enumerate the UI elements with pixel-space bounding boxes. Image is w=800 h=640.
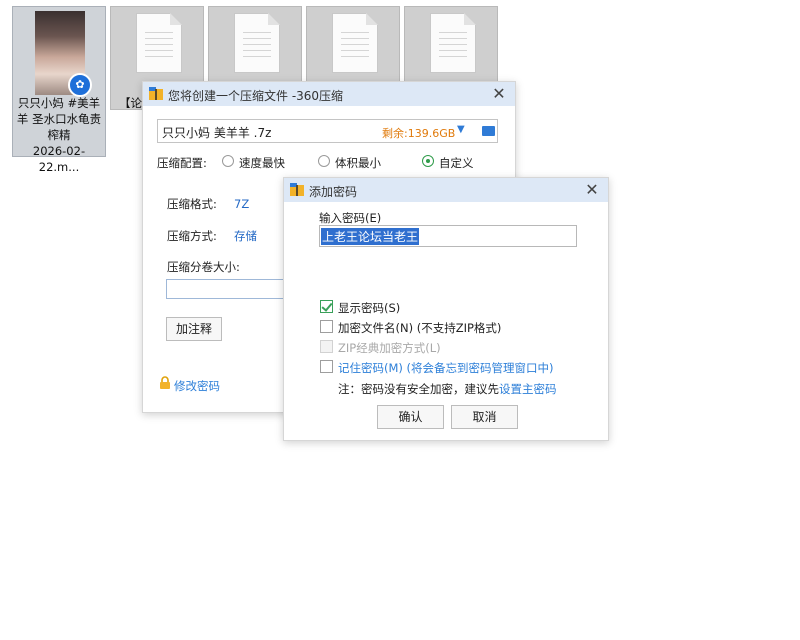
desktop-file-video[interactable]: ✿ 只只小妈 #美羊 羊 圣水口水龟责 榨精 2026-02-22.m... bbox=[12, 6, 106, 174]
remember-password-label[interactable]: 记住密码(M) (将会备忘到密码管理窗口中) bbox=[338, 360, 554, 376]
close-icon[interactable]: ✕ bbox=[489, 84, 509, 104]
archive-path-text: 只只小妈 美羊羊 .7z bbox=[162, 126, 272, 140]
ok-button-label: 确认 bbox=[398, 410, 423, 424]
security-note-text: 注：密码没有安全加密，建议先 bbox=[338, 382, 499, 396]
config-label: 压缩配置: bbox=[157, 156, 207, 170]
zip-classic-checkbox bbox=[320, 340, 333, 353]
encrypt-filenames-label: 加密文件名(N) (不支持ZIP格式) bbox=[338, 321, 502, 335]
video-badge-icon: ✿ bbox=[68, 73, 92, 97]
archive-path-field[interactable]: 只只小妈 美羊羊 .7z 剩余:139.6GB ▼ bbox=[157, 119, 498, 143]
format-label: 压缩格式: bbox=[167, 197, 217, 211]
volume-label: 压缩分卷大小: bbox=[167, 260, 240, 274]
ok-button[interactable]: 确认 bbox=[377, 405, 444, 429]
show-password-label: 显示密码(S) bbox=[338, 301, 401, 315]
lock-icon bbox=[160, 376, 170, 389]
password-dialog: 添加密码 ✕ 输入密码(E) 上老王论坛当老王 显示密码(S) 加密文件名(N)… bbox=[283, 177, 609, 441]
compress-title-bar[interactable]: 您将创建一个压缩文件 -360压缩 ✕ bbox=[143, 82, 515, 106]
archive-app-icon bbox=[149, 87, 163, 100]
free-space-text: 剩余:139.6GB bbox=[382, 127, 456, 140]
radio-fastest-label: 速度最快 bbox=[239, 156, 285, 170]
file-name-line: 2026-02-22.m... bbox=[32, 144, 86, 174]
remember-password-checkbox[interactable] bbox=[320, 360, 333, 373]
document-icon bbox=[332, 13, 378, 73]
password-text: 上老王论坛当老王 bbox=[321, 228, 420, 245]
method-label: 压缩方式: bbox=[167, 229, 217, 243]
radio-smallest[interactable] bbox=[318, 155, 330, 167]
compress-dialog-title: 您将创建一个压缩文件 -360压缩 bbox=[168, 89, 344, 103]
cancel-button[interactable]: 取消 bbox=[451, 405, 518, 429]
encrypt-filenames-checkbox[interactable] bbox=[320, 320, 333, 333]
radio-custom[interactable] bbox=[422, 155, 434, 167]
close-icon[interactable]: ✕ bbox=[582, 180, 602, 200]
radio-fastest[interactable] bbox=[222, 155, 234, 167]
file-name: 只只小妈 #美羊 羊 圣水口水龟责 榨精 2026-02-22.m... bbox=[15, 95, 103, 175]
password-input[interactable]: 上老王论坛当老王 bbox=[319, 225, 577, 247]
add-comment-label: 加注释 bbox=[175, 322, 212, 336]
archive-app-icon bbox=[290, 183, 304, 196]
radio-smallest-label: 体积最小 bbox=[335, 156, 381, 170]
cancel-button-label: 取消 bbox=[472, 410, 497, 424]
file-name-line: 只只小妈 #美羊 bbox=[17, 96, 101, 110]
method-select[interactable]: 存储 bbox=[234, 228, 257, 244]
document-icon bbox=[430, 13, 476, 73]
dropdown-icon[interactable]: ▼ bbox=[457, 124, 465, 135]
folder-icon[interactable] bbox=[482, 126, 495, 136]
document-icon bbox=[234, 13, 280, 73]
zip-classic-label: ZIP经典加密方式(L) bbox=[338, 341, 441, 355]
change-password-link[interactable]: 修改密码 bbox=[174, 378, 220, 394]
document-icon bbox=[136, 13, 182, 73]
radio-custom-label: 自定义 bbox=[439, 156, 474, 170]
file-name-line: 榨精 bbox=[47, 128, 71, 142]
add-comment-button[interactable]: 加注释 bbox=[166, 317, 222, 341]
file-name-line: 羊 圣水口水龟责 bbox=[16, 112, 102, 126]
volume-size-select[interactable] bbox=[166, 279, 294, 299]
show-password-checkbox[interactable] bbox=[320, 300, 333, 313]
password-dialog-title: 添加密码 bbox=[309, 185, 358, 199]
password-title-bar[interactable]: 添加密码 ✕ bbox=[284, 178, 608, 202]
security-note: 注：密码没有安全加密，建议先设置主密码 bbox=[338, 381, 557, 397]
set-master-password-link[interactable]: 设置主密码 bbox=[499, 382, 557, 396]
format-select[interactable]: 7Z bbox=[234, 197, 249, 211]
enter-password-label: 输入密码(E) bbox=[319, 211, 382, 225]
